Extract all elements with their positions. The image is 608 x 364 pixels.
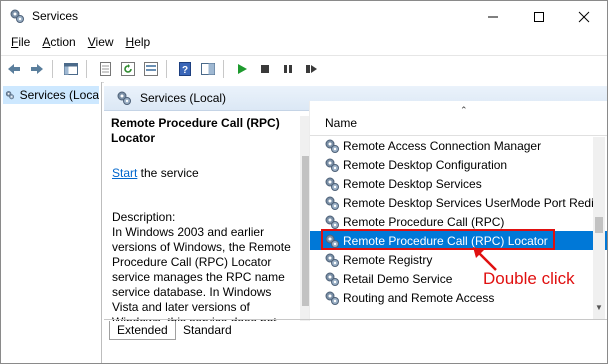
menu-file-label: ile — [18, 35, 31, 49]
service-name: Remote Registry — [343, 252, 433, 267]
annotation-label: Double click — [483, 269, 575, 288]
properties-icon — [100, 62, 111, 76]
start-service-button[interactable] — [232, 59, 252, 79]
minimize-icon — [488, 16, 498, 17]
service-name: Remote Desktop Services — [343, 176, 482, 191]
tab-standard[interactable]: Standard — [176, 321, 239, 339]
forward-arrow-icon — [31, 64, 43, 74]
forward-button[interactable] — [27, 59, 47, 79]
minimize-button[interactable] — [470, 1, 516, 32]
service-row[interactable]: Remote Desktop Services UserMode Port Re… — [310, 193, 607, 212]
stop-icon — [261, 65, 269, 73]
services-gear-icon — [117, 91, 131, 105]
menu-help-accel: H — [125, 35, 135, 49]
service-row[interactable]: Remote Access Connection Manager — [310, 136, 607, 155]
start-service-line: Start the service — [112, 166, 199, 180]
list-header: ⌃ Name — [310, 101, 607, 136]
export-list-button[interactable] — [141, 59, 161, 79]
restart-icon — [306, 65, 317, 73]
column-header-name[interactable]: Name — [325, 116, 357, 130]
services-window: Services File Action View Help ? Service… — [0, 0, 608, 364]
menu-action[interactable]: Action — [42, 35, 75, 49]
service-gear-icon — [325, 253, 339, 267]
service-name: Remote Desktop Services UserMode Port Re… — [343, 195, 605, 210]
pause-icon — [284, 65, 292, 73]
service-name: Remote Procedure Call (RPC) — [343, 214, 505, 229]
stop-service-button[interactable] — [255, 59, 275, 79]
window-title: Services — [32, 9, 79, 23]
service-name: Routing and Remote Access — [343, 290, 495, 305]
service-row[interactable]: Remote Desktop Configuration — [310, 155, 607, 174]
scroll-down-arrow-icon[interactable]: ▼ — [595, 303, 603, 312]
service-row[interactable]: Remote Desktop Services — [310, 174, 607, 193]
service-name: Remote Access Connection Manager — [343, 138, 542, 153]
service-gear-icon — [325, 196, 339, 210]
start-service-text: the service — [137, 166, 199, 180]
refresh-button[interactable] — [118, 59, 138, 79]
play-icon — [238, 64, 247, 74]
service-gear-icon — [325, 272, 339, 286]
console-tree-icon — [64, 63, 78, 75]
help-book-icon: ? — [179, 62, 191, 76]
menu-help-label: elp — [134, 35, 151, 49]
restart-service-button[interactable] — [301, 59, 321, 79]
maximize-icon — [534, 11, 544, 22]
properties-button[interactable] — [95, 59, 115, 79]
service-gear-icon — [325, 158, 339, 172]
menu-view[interactable]: View — [88, 35, 114, 49]
list-scrollbar[interactable]: ▼ — [593, 137, 605, 319]
start-service-link[interactable]: Start — [112, 166, 137, 180]
service-row[interactable]: Routing and Remote Access — [310, 288, 607, 307]
annotation-highlight-box — [321, 229, 555, 250]
services-gear-icon — [5, 91, 15, 100]
view-panel-icon — [201, 63, 215, 75]
service-gear-icon — [325, 177, 339, 191]
toolbar-separator — [223, 60, 224, 78]
close-button[interactable] — [561, 1, 607, 32]
back-button[interactable] — [4, 59, 24, 79]
svg-text:?: ? — [182, 65, 188, 76]
tree-item-services-local[interactable]: Services (Loca — [3, 86, 99, 104]
selected-service-title: Remote Procedure Call (RPC) Locator — [111, 116, 280, 145]
toolbar-separator — [166, 60, 167, 78]
pane-header-title: Services (Local) — [140, 91, 227, 105]
tree-item-label: Services (Loca — [19, 88, 99, 102]
title-bar: Services — [1, 1, 607, 32]
service-description-text: Description: In Windows 2003 and earlier… — [112, 210, 291, 321]
service-row[interactable]: Remote Registry — [310, 250, 607, 269]
sort-ascending-icon: ⌃ — [460, 105, 468, 115]
menu-help[interactable]: Help — [126, 35, 151, 49]
console-tree: Services (Loca — [1, 82, 102, 363]
tab-extended-label: Extended — [117, 323, 168, 337]
back-arrow-icon — [8, 64, 20, 74]
menu-file[interactable]: File — [11, 35, 30, 49]
list-scrollbar-thumb[interactable] — [595, 217, 603, 233]
menu-view-accel: V — [87, 35, 96, 49]
service-name: Retail Demo Service — [343, 271, 453, 286]
maximize-button[interactable] — [516, 1, 562, 32]
help-button[interactable]: ? — [175, 59, 195, 79]
menu-bar: File Action View Help — [1, 32, 607, 52]
service-gear-icon — [325, 215, 339, 229]
toolbar-separator — [52, 60, 53, 78]
toolbar-separator — [86, 60, 87, 78]
services-gear-icon — [10, 9, 24, 23]
pause-service-button[interactable] — [278, 59, 298, 79]
refresh-icon — [121, 62, 135, 76]
service-gear-icon — [325, 291, 339, 305]
tab-standard-label: Standard — [183, 323, 232, 337]
toolbar: ? — [1, 55, 607, 83]
menu-view-label: iew — [95, 35, 114, 49]
service-name: Remote Desktop Configuration — [343, 157, 508, 172]
export-list-icon — [144, 62, 158, 76]
show-hide-console-tree-button[interactable] — [61, 59, 81, 79]
service-gear-icon — [325, 139, 339, 153]
view-tabs: Extended Standard — [104, 319, 607, 342]
tab-extended[interactable]: Extended — [109, 321, 176, 340]
service-description-panel: Remote Procedure Call (RPC) Locator Star… — [111, 116, 296, 321]
close-icon — [578, 11, 590, 22]
menu-action-label: ction — [50, 35, 76, 49]
view-button[interactable] — [198, 59, 218, 79]
